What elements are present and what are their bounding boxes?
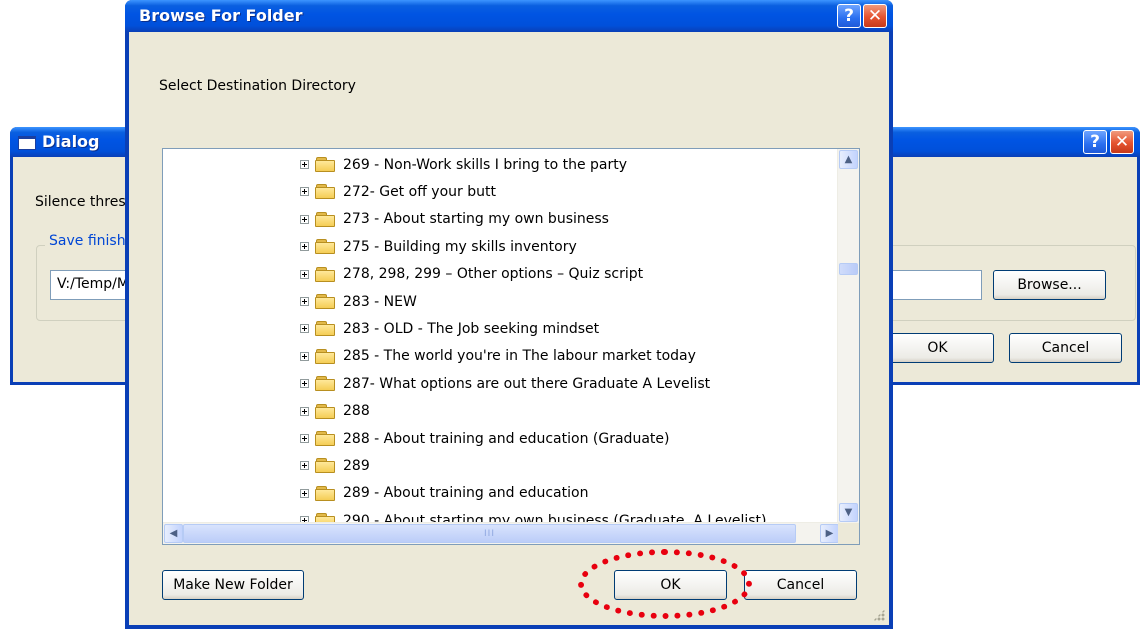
resize-grip[interactable] <box>873 609 885 621</box>
folder-tree-item[interactable]: 273 - About starting my own business <box>163 206 609 233</box>
expand-plus-icon[interactable] <box>300 160 309 169</box>
folder-label: 289 - About training and education <box>343 485 589 502</box>
folder-icon <box>315 485 336 501</box>
folder-icon <box>315 184 336 200</box>
folder-tree-item[interactable]: 288 - About training and education (Grad… <box>163 425 669 452</box>
scrollbar-corner <box>838 523 859 544</box>
folder-icon <box>315 458 336 474</box>
folder-label: 269 - Non-Work skills I bring to the par… <box>343 156 628 173</box>
folder-icon <box>315 403 336 419</box>
silence-threshold-label: Silence thres <box>35 194 126 210</box>
folder-label: 272- Get off your butt <box>343 183 496 200</box>
expand-plus-icon[interactable] <box>300 269 309 279</box>
folder-tree-item[interactable]: 287- What options are out there Graduate… <box>163 370 710 397</box>
close-icon[interactable]: ✕ <box>863 4 887 28</box>
expand-plus-icon[interactable] <box>300 488 309 498</box>
background-cancel-button[interactable]: Cancel <box>1009 333 1122 363</box>
scroll-right-icon[interactable]: ▶ <box>820 524 839 543</box>
folder-label: 288 - About training and education (Grad… <box>343 430 670 447</box>
folder-tree-item[interactable]: 285 - The world you're in The labour mar… <box>163 343 696 370</box>
scroll-left-icon[interactable]: ◀ <box>164 524 183 543</box>
folder-tree-item[interactable]: 288 <box>163 398 370 425</box>
browse-dialog-titlebar[interactable]: Browse For Folder ? ✕ <box>125 0 893 32</box>
expand-plus-icon[interactable] <box>300 461 309 471</box>
background-ok-button[interactable]: OK <box>881 333 994 363</box>
folder-icon <box>315 266 336 282</box>
expand-plus-icon[interactable] <box>300 297 309 306</box>
help-icon[interactable]: ? <box>1083 130 1107 154</box>
folder-tree-item[interactable]: 272- Get off your butt <box>163 178 496 205</box>
vertical-scrollbar[interactable]: ▲ ▼ <box>837 149 859 523</box>
folder-tree-item[interactable]: 269 - Non-Work skills I bring to the par… <box>163 151 627 178</box>
make-new-folder-button[interactable]: Make New Folder <box>162 570 304 600</box>
folder-label: 288 <box>343 403 370 420</box>
close-icon[interactable]: ✕ <box>1110 130 1134 154</box>
folder-icon <box>315 157 336 172</box>
horizontal-scroll-thumb[interactable]: III <box>183 524 796 543</box>
browse-button[interactable]: Browse... <box>993 270 1106 300</box>
folder-icon <box>315 294 336 309</box>
help-icon[interactable]: ? <box>837 4 861 28</box>
folder-icon <box>315 376 336 392</box>
expand-plus-icon[interactable] <box>300 214 309 224</box>
window-icon <box>18 136 36 150</box>
ok-highlight-annotation <box>578 549 752 619</box>
scroll-down-icon[interactable]: ▼ <box>839 503 858 522</box>
expand-plus-icon[interactable] <box>300 379 309 389</box>
browse-for-folder-window: Browse For Folder ? ✕ Select Destination… <box>125 0 893 629</box>
folder-icon <box>315 348 336 364</box>
folder-label: 273 - About starting my own business <box>343 211 609 228</box>
expand-plus-icon[interactable] <box>300 406 309 416</box>
horizontal-scrollbar[interactable]: ◀ III ▶ <box>163 522 840 544</box>
folder-label: 287- What options are out there Graduate… <box>343 375 711 392</box>
folder-label: 285 - The world you're in The labour mar… <box>343 348 696 365</box>
vertical-scroll-thumb[interactable] <box>839 263 858 275</box>
folder-icon <box>315 321 336 337</box>
folder-icon <box>315 431 336 446</box>
expand-plus-icon[interactable] <box>300 351 309 361</box>
folder-tree-item[interactable]: 278, 298, 299 – Other options – Quiz scr… <box>163 261 643 288</box>
folder-label: 289 <box>343 457 370 474</box>
expand-plus-icon[interactable] <box>300 324 309 334</box>
browse-dialog-title: Browse For Folder <box>139 6 303 25</box>
expand-plus-icon[interactable] <box>300 242 309 252</box>
folder-tree-item[interactable]: 283 - OLD - The Job seeking mindset <box>163 315 599 342</box>
save-groupbox-label: Save finish <box>45 233 130 249</box>
folder-icon <box>315 211 336 227</box>
folder-label: 275 - Building my skills inventory <box>343 238 577 255</box>
folder-tree[interactable]: 269 - Non-Work skills I bring to the par… <box>162 148 860 545</box>
folder-tree-item[interactable]: 289 <box>163 452 370 479</box>
expand-plus-icon[interactable] <box>300 434 309 443</box>
expand-plus-icon[interactable] <box>300 187 309 197</box>
background-dialog-title: Dialog <box>42 132 100 151</box>
instruction-text: Select Destination Directory <box>159 78 356 94</box>
folder-tree-item[interactable]: 275 - Building my skills inventory <box>163 233 577 260</box>
folder-label: 283 - OLD - The Job seeking mindset <box>343 320 600 337</box>
folder-label: 278, 298, 299 – Other options – Quiz scr… <box>343 266 644 283</box>
folder-icon <box>315 239 336 255</box>
scroll-up-icon[interactable]: ▲ <box>839 150 858 169</box>
folder-label: 283 - NEW <box>343 293 417 310</box>
cancel-button[interactable]: Cancel <box>744 570 857 600</box>
folder-tree-item[interactable]: 283 - NEW <box>163 288 417 315</box>
folder-tree-item[interactable]: 289 - About training and education <box>163 480 588 507</box>
scroll-grip: III <box>484 528 495 539</box>
